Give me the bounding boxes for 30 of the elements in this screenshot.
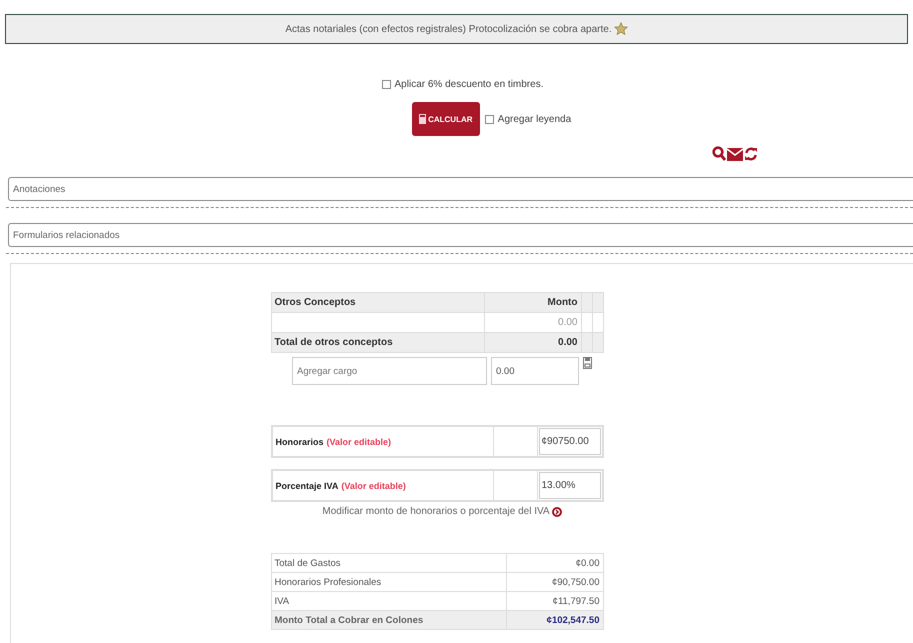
column-header: Monto xyxy=(484,292,581,312)
star-icon xyxy=(614,22,628,36)
refresh-icon[interactable] xyxy=(744,147,758,161)
search-icon[interactable] xyxy=(712,146,726,162)
summary-value: ¢90,750.00 xyxy=(506,572,603,592)
calculate-button[interactable]: CALCULAR xyxy=(412,102,480,136)
summary-value: ¢0.00 xyxy=(506,554,603,572)
total-value: 0.00 xyxy=(484,332,581,352)
summary-label: Monto Total a Cobrar en Colones xyxy=(271,610,506,630)
calculator-icon xyxy=(419,114,426,124)
total-label: Total de otros conceptos xyxy=(271,332,484,352)
vat-label: Porcentaje IVA (Valor editable) xyxy=(272,471,494,500)
collapsible-section[interactable]: Formularios relacionados xyxy=(8,223,913,247)
collapsible-section[interactable]: Anotaciones xyxy=(8,177,913,201)
envelope-icon[interactable] xyxy=(727,148,743,160)
save-icon[interactable] xyxy=(583,357,592,369)
summary-label: Total de Gastos xyxy=(271,554,506,572)
discount-checkbox[interactable]: Aplicar 6% descuento en timbres. xyxy=(382,79,544,90)
fees-label: Honorarios (Valor editable) xyxy=(272,427,494,456)
notice-text: Actas notariales (con efectos registrales) Protocolización se cobra aparte. xyxy=(285,24,612,34)
charge-amount-field[interactable]: 0.00 xyxy=(491,357,579,385)
legend-checkbox[interactable]: Agregar leyenda xyxy=(484,114,572,124)
column-header: Otros Conceptos xyxy=(271,292,484,312)
arrow-circle-icon[interactable] xyxy=(552,506,562,516)
hint-text: Modificar monto de honorarios o porcentaje del IVA xyxy=(322,506,550,517)
fees-field[interactable]: ¢90750.00 xyxy=(538,428,600,455)
summary-label: Honorarios Profesionales xyxy=(271,572,506,592)
charge-name-field[interactable]: Agregar cargo xyxy=(292,357,487,385)
vat-field[interactable]: 13.00% xyxy=(538,472,600,499)
summary-value: ¢102,547.50 xyxy=(506,610,603,630)
